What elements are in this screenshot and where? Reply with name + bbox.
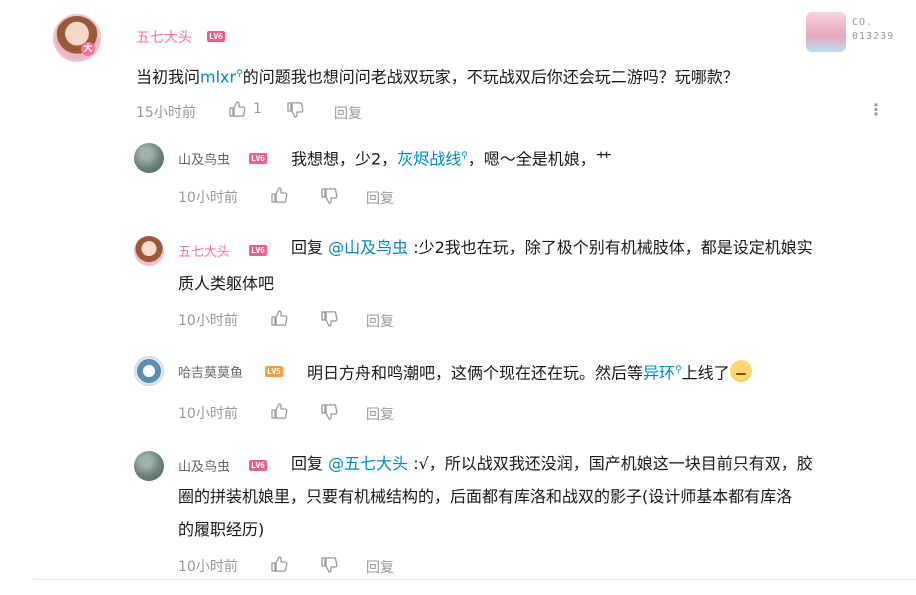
thumbs-down-icon[interactable] [320, 403, 338, 421]
search-icon[interactable]: ⚲ [461, 151, 468, 161]
divider [33, 579, 916, 580]
thumbs-down-icon[interactable] [286, 101, 304, 119]
search-link[interactable]: mlxr [200, 67, 236, 86]
username[interactable]: 山及鸟虫 [178, 456, 230, 475]
search-icon[interactable]: ⚲ [675, 365, 682, 375]
username[interactable]: 山及鸟虫 [178, 149, 230, 168]
reply-text: 我想想，少2，灰烬战线⚲，嗯～全是机娘，艹 [291, 140, 612, 175]
reply-text-segment: 上线了 [681, 363, 730, 383]
thumbs-up-icon[interactable] [270, 555, 288, 573]
thumbs-up-icon[interactable] [270, 402, 288, 420]
reply-button[interactable]: 回复 [366, 188, 394, 208]
avatar[interactable] [134, 356, 164, 386]
more-vertical-icon[interactable]: ⋮ [868, 100, 884, 120]
avatar[interactable]: 大 [53, 14, 101, 62]
reply-prefix: 回复 [291, 238, 329, 257]
comment-text-segment: 当初我问 [136, 67, 201, 87]
level-badge: LV5 [265, 366, 283, 377]
reply-text: 明日方舟和鸣潮吧，这俩个现在还在玩。然后等异环⚲上线了 [307, 354, 752, 389]
avatar[interactable] [134, 236, 164, 266]
avatar[interactable] [134, 451, 164, 481]
decoration-number: 013239 [852, 31, 895, 42]
comment-text-segment: 的问题我也想问问老战双玩家，不玩战双后你还会玩二游吗？玩哪款？ [242, 67, 739, 87]
reply-time: 10小时前 [178, 559, 238, 575]
level-badge: LV6 [249, 153, 267, 164]
decoration-card-image[interactable] [806, 12, 846, 52]
reply-text-continued: 圈的拼装机娘里，只要有机械结构的，后面都有库洛和战双的影子(设计师基本都有库洛 [178, 487, 793, 506]
level-badge: LV6 [249, 245, 267, 256]
comment-time: 15小时前 [136, 105, 196, 121]
level-badge: LV6 [249, 460, 267, 471]
avatar[interactable] [134, 143, 164, 173]
thumbs-up-icon[interactable] [270, 309, 288, 327]
fan-badge-icon: 大 [81, 42, 95, 56]
reply-time: 10小时前 [178, 190, 238, 206]
thumbs-up-icon[interactable] [228, 100, 246, 118]
thumbs-down-icon[interactable] [320, 556, 338, 574]
reply-text-continued: 质人类躯体吧 [178, 274, 275, 293]
reply-button[interactable]: 回复 [366, 404, 394, 424]
reply-button[interactable]: 回复 [334, 103, 362, 123]
reply-time: 10小时前 [178, 313, 238, 329]
reply-text: 回复 @五七大头 :√，所以战双我还没润，国产机娘这一块目前只有双，胶 [291, 448, 911, 480]
reply-text-segment: 我想想，少2， [291, 149, 398, 169]
username[interactable]: 哈吉莫莫鱼 [178, 362, 243, 381]
search-link[interactable]: 异环 [643, 363, 675, 382]
reply-button[interactable]: 回复 [366, 311, 394, 331]
reply-text-segment: ，嗯～全是机娘， [467, 149, 596, 169]
thumbs-up-icon[interactable] [270, 186, 288, 204]
mention-link[interactable]: @五七大头 [328, 454, 408, 473]
decoration-label: CO. [852, 17, 874, 28]
username[interactable]: 五七大头 [136, 27, 192, 47]
search-link[interactable]: 灰烬战线 [397, 149, 461, 168]
mention-link[interactable]: @山及鸟虫 [328, 238, 408, 257]
comment-text: 当初我问mlxr⚲的问题我也想问问老战双玩家，不玩战双后你还会玩二游吗？玩哪款？ [136, 58, 739, 93]
reply-text-continued: 的履职经历) [178, 520, 265, 539]
thinking-emoji-icon [729, 360, 752, 383]
reply-button[interactable]: 回复 [366, 557, 394, 577]
reply-prefix: 回复 [291, 454, 329, 473]
reply-text-segment: 艹 [595, 149, 612, 169]
thumbs-down-icon[interactable] [320, 310, 338, 328]
thumbs-down-icon[interactable] [320, 187, 338, 205]
reply-time: 10小时前 [178, 406, 238, 422]
reply-text-segment: :√，所以战双我还没润，国产机娘这一块目前只有双，胶 [408, 454, 813, 473]
like-count: 1 [253, 101, 262, 117]
level-badge: LV6 [207, 31, 225, 42]
reply-text: 回复 @山及鸟虫 :少2我也在玩，除了极个别有机械肢体，都是设定机娘实 [291, 232, 911, 264]
comment-thread: 大 五七大头 LV6 CO. 013239 当初我问mlxr⚲的问题我也想问问老… [0, 0, 916, 595]
reply-text-segment: 明日方舟和鸣潮吧，这俩个现在还在玩。然后等 [307, 363, 644, 383]
username[interactable]: 五七大头 [178, 241, 230, 260]
search-icon[interactable]: ⚲ [236, 69, 243, 79]
reply-text-segment: :少2我也在玩，除了极个别有机械肢体，都是设定机娘实 [408, 238, 813, 257]
